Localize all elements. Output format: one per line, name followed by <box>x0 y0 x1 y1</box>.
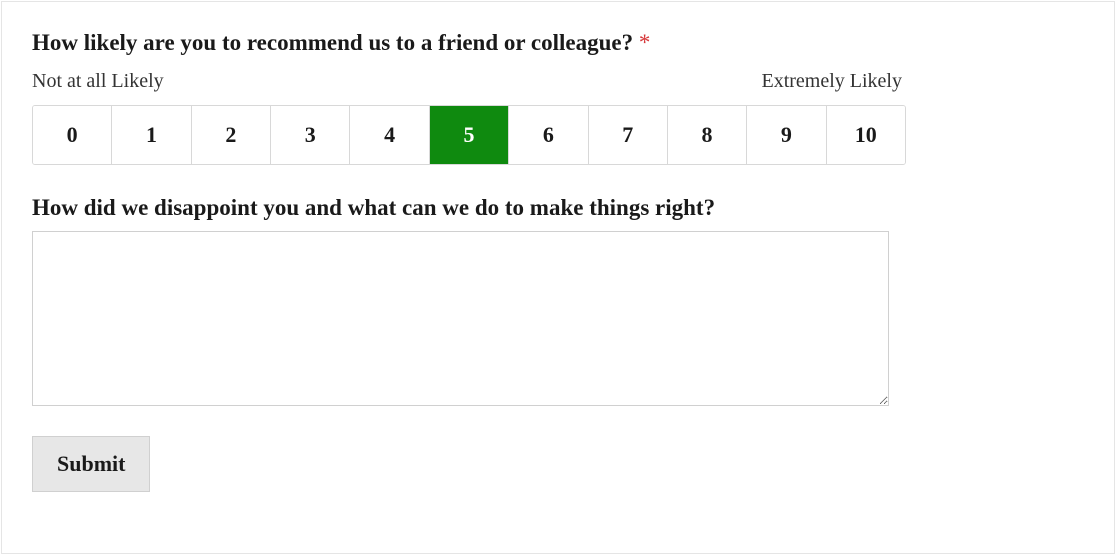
feedback-textarea[interactable] <box>32 231 889 406</box>
scale-labels: Not at all Likely Extremely Likely <box>32 70 902 93</box>
scale-option-4[interactable]: 4 <box>350 106 429 164</box>
scale-option-5[interactable]: 5 <box>430 106 509 164</box>
scale-option-7[interactable]: 7 <box>589 106 668 164</box>
required-indicator: * <box>639 30 651 55</box>
submit-button[interactable]: Submit <box>32 436 150 492</box>
nps-question-text: How likely are you to recommend us to a … <box>32 30 633 55</box>
scale-option-6[interactable]: 6 <box>509 106 588 164</box>
scale-option-1[interactable]: 1 <box>112 106 191 164</box>
scale-option-9[interactable]: 9 <box>747 106 826 164</box>
scale-option-0[interactable]: 0 <box>33 106 112 164</box>
scale-low-label: Not at all Likely <box>32 70 164 93</box>
scale-option-2[interactable]: 2 <box>192 106 271 164</box>
scale-option-10[interactable]: 10 <box>827 106 905 164</box>
feedback-question-title: How did we disappoint you and what can w… <box>32 195 1084 221</box>
scale-high-label: Extremely Likely <box>761 70 902 93</box>
scale-option-8[interactable]: 8 <box>668 106 747 164</box>
survey-form: How likely are you to recommend us to a … <box>1 1 1115 554</box>
nps-scale: 0 1 2 3 4 5 6 7 8 9 10 <box>32 105 906 165</box>
scale-option-3[interactable]: 3 <box>271 106 350 164</box>
nps-question-title: How likely are you to recommend us to a … <box>32 30 1084 56</box>
